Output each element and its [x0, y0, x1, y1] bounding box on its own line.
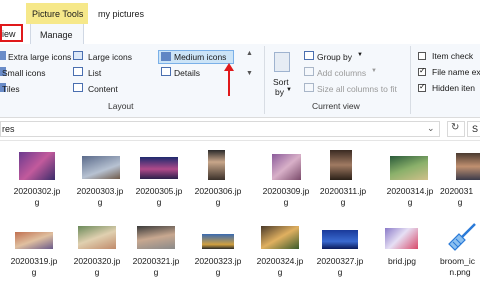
medium-icons-icon: [161, 52, 171, 61]
file-thumbnail[interactable]: [261, 226, 299, 249]
layout-small-icons[interactable]: Small icons: [2, 68, 45, 78]
file-thumbnail[interactable]: [19, 152, 55, 180]
file-name-line2: g: [457, 197, 463, 207]
picture-tools-label: Picture Tools: [32, 9, 84, 19]
file-name-line2: g: [283, 197, 289, 207]
size-all-columns-button[interactable]: Size all columns to fit: [317, 84, 397, 94]
address-field[interactable]: [0, 121, 440, 137]
ribbon-separator: [410, 46, 411, 114]
size-columns-icon: [304, 83, 314, 92]
file-thumbnail[interactable]: [208, 150, 225, 180]
group-by-dropdown-icon: ▼: [357, 52, 363, 58]
file-thumbnail[interactable]: [385, 228, 418, 249]
extra-large-icons-icon: [0, 51, 6, 60]
file-name-extensions-checkbox[interactable]: [418, 66, 426, 76]
list-icon: [73, 67, 83, 76]
search-placeholder: S: [472, 124, 479, 134]
content-icon: [73, 83, 83, 92]
address-history-chevron-icon[interactable]: ⌄: [427, 123, 435, 134]
file-thumbnail[interactable]: [140, 157, 178, 179]
file-name-line2: g: [215, 197, 221, 207]
layout-details[interactable]: Details: [174, 68, 200, 78]
file-thumbnail[interactable]: [15, 232, 53, 249]
file-name-line1: 2020031: [440, 186, 474, 196]
file-thumbnail[interactable]: [390, 156, 428, 180]
ribbon-panel: [0, 44, 480, 118]
file-thumbnail[interactable]: [202, 234, 234, 249]
file-name-line1: 20200323.jp: [194, 256, 242, 266]
file-name-line1: 20200320.jp: [73, 256, 121, 266]
add-columns-button[interactable]: Add columns: [317, 68, 366, 78]
group-by-icon: [304, 51, 314, 60]
sort-dropdown-icon: ▼: [286, 87, 292, 93]
file-name-line2: n.png: [449, 267, 471, 277]
group-by-button[interactable]: Group by: [317, 52, 352, 62]
sort-by-label[interactable]: by: [275, 87, 284, 97]
file-name-line2: g: [156, 197, 162, 207]
file-name-line2: g: [340, 197, 346, 207]
file-name-line1: 20200321.jp: [132, 256, 180, 266]
file-name-line2: g: [31, 267, 37, 277]
current-view-group-label: Current view: [312, 101, 360, 111]
file-name-line2: g: [94, 267, 100, 277]
layout-large-icons[interactable]: Large icons: [88, 52, 132, 62]
file-name-line1: 20200314.jp: [386, 186, 434, 196]
file-name-line2: g: [153, 267, 159, 277]
layout-scroll-up-icon[interactable]: ▲: [246, 50, 253, 57]
address-path: res: [2, 124, 15, 134]
window-title: my pictures: [98, 9, 145, 19]
ribbon-separator: [264, 46, 265, 114]
file-name-line1: 20200309.jp: [262, 186, 310, 196]
hidden-items-checkbox[interactable]: [418, 82, 426, 92]
hidden-items-label: Hidden iten: [432, 83, 476, 93]
file-thumbnail[interactable]: [322, 230, 358, 249]
file-name-line1: broom_ic: [440, 256, 475, 266]
file-name-line2: g: [277, 267, 283, 277]
file-name-line1: 20200324.jp: [256, 256, 304, 266]
file-name-line2: g: [34, 197, 40, 207]
layout-scroll-down-icon[interactable]: ▼: [246, 70, 253, 77]
file-name-line1: 20200327.jp: [316, 256, 364, 266]
add-columns-dropdown-icon: ▼: [371, 68, 377, 74]
file-thumbnail[interactable]: [272, 154, 301, 180]
file-thumbnail[interactable]: [456, 153, 480, 180]
sort-icon: [274, 52, 290, 72]
red-arrow-shaft: [228, 68, 230, 96]
file-thumbnail[interactable]: [330, 150, 352, 180]
layout-medium-icons[interactable]: Medium icons: [174, 52, 226, 62]
file-thumbnail[interactable]: [78, 226, 116, 249]
tab-view-label: iew: [2, 29, 16, 39]
broom-icon[interactable]: [447, 222, 477, 252]
file-name-line1: brid.jpg: [388, 256, 416, 266]
file-name-line2: g: [337, 267, 343, 277]
file-name-line1: 20200302.jp: [13, 186, 61, 196]
layout-extra-large-icons[interactable]: Extra large icons: [8, 52, 71, 62]
item-check-checkbox[interactable]: [418, 52, 426, 60]
layout-group-label: Layout: [108, 101, 134, 111]
sort-label[interactable]: Sort: [273, 77, 289, 87]
file-name-line2: g: [97, 197, 103, 207]
layout-list[interactable]: List: [88, 68, 101, 78]
large-icons-icon: [73, 51, 83, 60]
layout-tiles[interactable]: Tiles: [2, 84, 20, 94]
tab-manage-label: Manage: [40, 30, 73, 40]
file-name-line1: 20200311.jp: [319, 186, 367, 196]
file-thumbnail[interactable]: [82, 156, 120, 179]
file-name-line2: g: [215, 267, 221, 277]
file-name-line1: 20200306.jp: [194, 186, 242, 196]
refresh-icon: ↻: [451, 122, 460, 133]
file-name-line1: 20200305.jp: [135, 186, 183, 196]
file-name-line1: 20200303.jp: [76, 186, 124, 196]
add-columns-icon: [304, 67, 314, 76]
item-check-label: Item check: [432, 51, 474, 61]
details-icon: [161, 67, 171, 76]
file-name-line2: g: [407, 197, 413, 207]
file-name-line1: 20200319.jp: [10, 256, 58, 266]
file-name-extensions-label: File name ex: [432, 67, 480, 77]
layout-content[interactable]: Content: [88, 84, 118, 94]
file-thumbnail[interactable]: [137, 226, 175, 249]
